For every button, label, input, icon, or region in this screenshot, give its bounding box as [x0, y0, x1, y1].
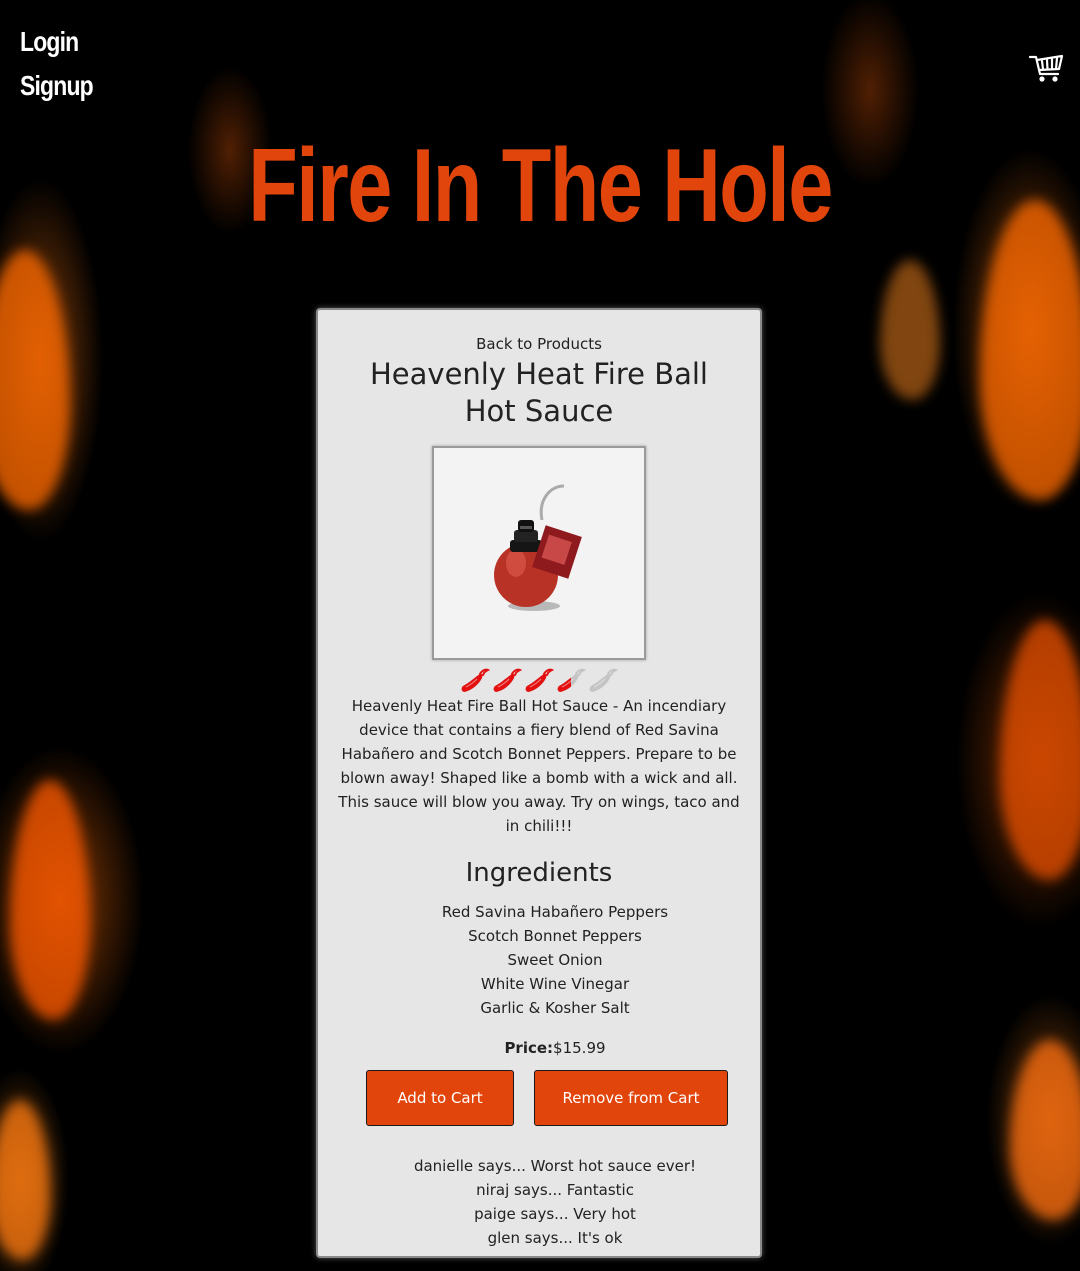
review-item: niraj says... Fantastic	[476, 1181, 634, 1199]
price-label: Price:	[504, 1039, 554, 1057]
site-title: Fire In The Hole	[248, 128, 833, 244]
cart-icon	[1028, 54, 1064, 82]
cart-button[interactable]	[1028, 50, 1064, 86]
price: Price:$15.99	[318, 1038, 760, 1058]
back-to-products-link[interactable]: Back to Products	[318, 334, 760, 354]
product-title: Heavenly Heat Fire Ball Hot Sauce	[369, 357, 708, 428]
product-card: Back to Products Heavenly Heat Fire Ball…	[316, 308, 762, 1258]
ingredient-item: Scotch Bonnet Peppers	[468, 927, 642, 945]
chili-pepper-icon	[461, 668, 490, 692]
reviews-list: danielle says... Worst hot sauce ever! n…	[350, 1154, 760, 1250]
ingredients-list: Red Savina Habañero Peppers Scotch Bonne…	[350, 900, 760, 1020]
add-to-cart-button[interactable]: Add to Cart	[366, 1070, 514, 1126]
login-link[interactable]: Login	[20, 22, 93, 62]
review-item: danielle says... Worst hot sauce ever!	[413, 1157, 697, 1175]
chili-pepper-icon	[493, 668, 522, 692]
ingredient-item: Garlic & Kosher Salt	[480, 999, 630, 1017]
price-value: $15.99	[553, 1039, 606, 1057]
product-image	[432, 446, 646, 660]
hot-sauce-bottle-image	[434, 448, 644, 658]
ingredient-item: Sweet Onion	[507, 951, 603, 969]
ingredient-item: White Wine Vinegar	[480, 975, 630, 993]
heat-rating	[318, 666, 760, 696]
ingredient-item: Red Savina Habañero Peppers	[441, 903, 669, 921]
chili-pepper-icon	[525, 668, 554, 692]
signup-link[interactable]: Signup	[20, 66, 94, 106]
chili-pepper-icon	[589, 668, 618, 692]
review-item: glen says... It's ok	[487, 1229, 623, 1247]
cart-actions: Add to Cart Remove from Cart	[318, 1070, 760, 1126]
review-item: paige says... Very hot	[474, 1205, 636, 1223]
account-nav: Login Signup	[20, 22, 109, 106]
remove-from-cart-button[interactable]: Remove from Cart	[534, 1070, 728, 1126]
product-description: Heavenly Heat Fire Ball Hot Sauce - An i…	[338, 697, 740, 835]
chili-pepper-icon	[557, 668, 586, 692]
ingredients-heading: Ingredients	[465, 858, 613, 888]
